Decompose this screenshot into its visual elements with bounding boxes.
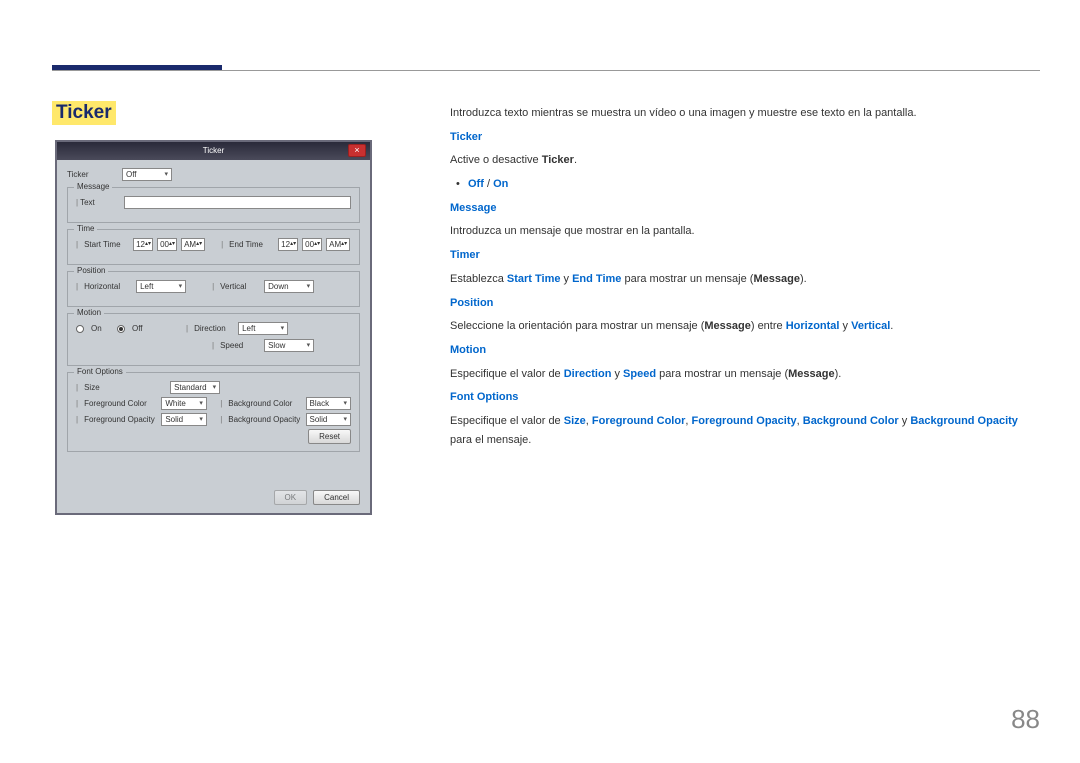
fgopacity-label: Foreground Opacity [84,415,157,424]
message-legend: Message [74,182,112,191]
intro-text: Introduzca texto mientras se muestra un … [450,104,1040,123]
chevron-down-icon: ▾ [307,340,311,351]
end-time-label: End Time [229,240,274,249]
pipe-icon: | [220,415,222,424]
motion-legend: Motion [74,308,104,317]
chevron-down-icon: ▾ [164,169,168,180]
pipe-icon: | [212,341,214,350]
spinner-icon: ▴▾ [290,239,296,250]
font-options-subhead: Font Options [450,391,518,403]
motion-desc: Especifique el valor de Direction y Spee… [450,365,1040,384]
pipe-icon: | [76,383,78,392]
chevron-down-icon: ▾ [199,398,203,409]
page-number: 88 [1011,704,1040,735]
message-subhead: Message [450,202,496,214]
spinner-icon: ▴▾ [196,239,202,250]
description-column: Introduzca texto mientras se muestra un … [450,104,1040,454]
pipe-icon: | [186,324,188,333]
ticker-value: Off [126,169,137,180]
spinner-icon: ▴▾ [314,239,320,250]
chevron-down-icon: ▾ [307,281,311,292]
horizontal-label: Horizontal [84,282,132,291]
motion-subhead: Motion [450,344,486,356]
fgcolor-label: Foreground Color [84,399,157,408]
pipe-icon: | [220,399,222,408]
horizontal-select[interactable]: Left▾ [136,280,186,293]
font-options-fieldset: Font Options | Size Standard▾ | Foregrou… [67,372,360,452]
time-legend: Time [74,224,97,233]
vertical-select[interactable]: Down▾ [264,280,314,293]
reset-button[interactable]: Reset [308,429,351,444]
position-legend: Position [74,266,108,275]
speed-label: Speed [220,341,260,350]
cancel-button[interactable]: Cancel [313,490,360,505]
position-fieldset: Position | Horizontal Left▾ | Vertical D… [67,271,360,307]
start-min-spinner[interactable]: 00▴▾ [157,238,177,251]
chevron-down-icon: ▾ [179,281,183,292]
message-desc: Introduzca un mensaje que mostrar en la … [450,222,1040,241]
fgopacity-select[interactable]: Solid▾ [161,413,207,426]
off-on-bullet: Off / On [450,175,1040,194]
dialog-titlebar: Ticker × [57,142,370,160]
bgopacity-label: Background Opacity [228,415,301,424]
ticker-subhead: Ticker [450,131,482,143]
section-heading: Ticker [52,101,116,125]
fgcolor-select[interactable]: White▾ [161,397,207,410]
message-fieldset: Message | Text [67,187,360,223]
speed-select[interactable]: Slow▾ [264,339,314,352]
pipe-icon: | [212,282,214,291]
chevron-down-icon: ▾ [281,323,285,334]
motion-off-label: Off [132,324,182,333]
end-hour-spinner[interactable]: 12▴▾ [278,238,298,251]
end-ampm-spinner[interactable]: AM▴▾ [326,238,350,251]
position-desc: Seleccione la orientación para mostrar u… [450,317,1040,336]
bgopacity-select[interactable]: Solid▾ [306,413,352,426]
start-hour-spinner[interactable]: 12▴▾ [133,238,153,251]
motion-fieldset: Motion On Off | Direction Left▾ | Speed … [67,313,360,366]
pipe-icon: | [76,282,78,291]
pipe-icon: | [76,198,78,207]
direction-select[interactable]: Left▾ [238,322,288,335]
chevron-down-icon: ▾ [344,398,348,409]
pipe-icon: | [76,415,78,424]
spinner-icon: ▴▾ [145,239,151,250]
pipe-icon: | [76,399,78,408]
close-button[interactable]: × [348,144,366,157]
vertical-label: Vertical [220,282,260,291]
start-time-label: Start Time [84,240,129,249]
direction-label: Direction [194,324,234,333]
ticker-label: Ticker [67,170,122,179]
chevron-down-icon: ▾ [344,414,348,425]
bgcolor-label: Background Color [228,399,301,408]
start-ampm-spinner[interactable]: AM▴▾ [181,238,205,251]
motion-on-label: On [91,324,113,333]
ticker-desc: Active o desactive Ticker. [450,151,1040,170]
close-icon: × [354,145,359,155]
font-options-desc: Especifique el valor de Size, Foreground… [450,412,1040,449]
size-label: Size [84,383,166,392]
pipe-icon: | [221,240,223,249]
dialog-title: Ticker [203,146,224,155]
size-select[interactable]: Standard▾ [170,381,220,394]
font-options-legend: Font Options [74,367,126,376]
chevron-down-icon: ▾ [213,382,217,393]
header-rule [52,70,1040,71]
end-min-spinner[interactable]: 00▴▾ [302,238,322,251]
ticker-dialog: Ticker × Ticker Off ▾ Message | Text Tim… [55,140,372,515]
position-subhead: Position [450,297,493,309]
ticker-select[interactable]: Off ▾ [122,168,172,181]
ok-button[interactable]: OK [274,490,308,505]
chevron-down-icon: ▾ [199,414,203,425]
message-text-input[interactable] [124,196,351,209]
spinner-icon: ▴▾ [341,239,347,250]
timer-desc: Establezca Start Time y End Time para mo… [450,270,1040,289]
time-fieldset: Time | Start Time 12▴▾ 00▴▾ AM▴▾ | End T… [67,229,360,265]
spinner-icon: ▴▾ [169,239,175,250]
motion-off-radio[interactable] [117,325,125,333]
motion-on-radio[interactable] [76,325,84,333]
bgcolor-select[interactable]: Black▾ [306,397,352,410]
message-text-label: Text [80,198,124,207]
pipe-icon: | [76,240,78,249]
timer-subhead: Timer [450,249,480,261]
